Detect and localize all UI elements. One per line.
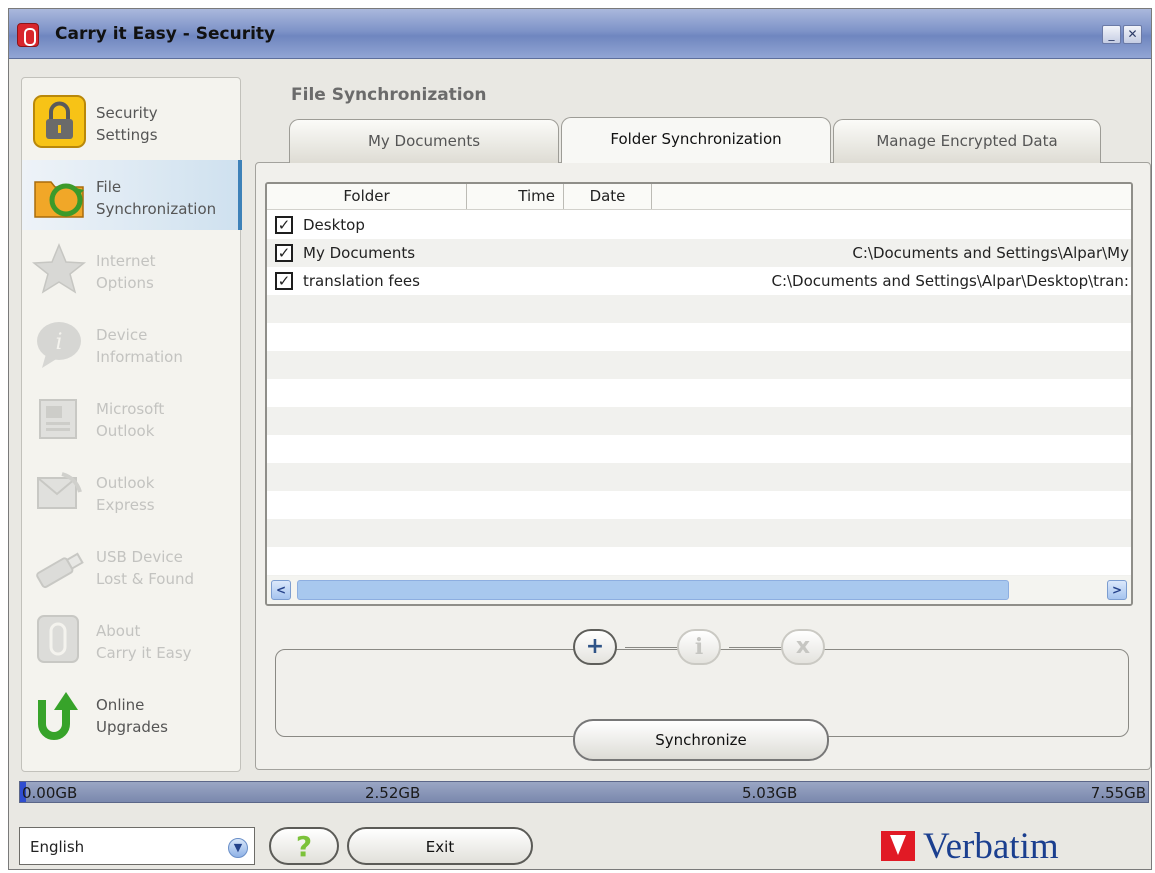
capacity-label-two-thirds: 5.03GB — [742, 784, 798, 802]
sidebar-item-label: Microsoft Outlook — [96, 400, 165, 440]
list-rows: ✓ Desktop ✓ My Documents C:\Documents an… — [267, 211, 1131, 579]
lock-icon — [33, 95, 86, 148]
column-header-time[interactable]: Time — [467, 184, 564, 209]
sidebar-item-label: Outlook Express — [96, 474, 155, 514]
folder-sync-icon — [34, 181, 84, 218]
star-icon — [32, 243, 87, 294]
scroll-right-icon[interactable]: > — [1107, 580, 1127, 600]
row-folder-path: C:\Documents and Settings\Alpar\My — [852, 244, 1129, 262]
sidebar-item-security-settings[interactable]: Security Settings — [22, 86, 242, 156]
section-title: File Synchronization — [291, 85, 487, 105]
folder-info-button[interactable]: i — [677, 629, 721, 665]
synchronize-button[interactable]: Synchronize — [573, 719, 829, 761]
info-bubble-icon: i — [37, 322, 81, 368]
capacity-bar: 0.00GB 2.52GB 5.03GB 7.55GB — [19, 781, 1149, 803]
sidebar-item-label: Device Information — [96, 326, 183, 366]
sidebar-item-file-synchronization[interactable]: File Synchronization — [22, 160, 242, 230]
tab-my-documents[interactable]: My Documents — [289, 119, 559, 163]
connector-line — [729, 647, 785, 648]
connector-line — [625, 647, 681, 648]
sidebar-item-about[interactable]: About Carry it Easy — [22, 604, 242, 674]
sidebar-item-label: File Synchronization — [96, 178, 217, 218]
row-folder-path: C:\Documents and Settings\Alpar\Desktop\… — [771, 272, 1129, 290]
title-bar: Carry it Easy - Security _ ✕ — [9, 9, 1151, 59]
row-checkbox[interactable]: ✓ — [275, 244, 293, 262]
list-header: Folder Time Date — [267, 184, 1131, 210]
column-header-folder[interactable]: Folder — [267, 184, 467, 209]
paperclip-icon — [37, 615, 79, 663]
language-select[interactable]: English ▼ — [19, 827, 255, 865]
sidebar-item-device-information[interactable]: i Device Information — [22, 308, 242, 378]
sidebar-item-microsoft-outlook[interactable]: Microsoft Outlook — [22, 382, 242, 452]
list-item[interactable]: ✓ My Documents C:\Documents and Settings… — [267, 239, 1131, 267]
list-item[interactable]: ✓ Desktop — [267, 211, 1131, 239]
upgrade-arrow-icon — [38, 692, 78, 740]
capacity-label-min: 0.00GB — [22, 784, 78, 802]
sidebar-item-outlook-express[interactable]: Outlook Express — [22, 456, 242, 526]
horizontal-scrollbar[interactable]: < > — [267, 576, 1131, 604]
app-window: Carry it Easy - Security _ ✕ Security Se… — [8, 8, 1152, 870]
scroll-left-icon[interactable]: < — [271, 580, 291, 600]
chevron-down-icon[interactable]: ▼ — [228, 838, 248, 858]
add-folder-button[interactable]: + — [573, 629, 617, 665]
tab-manage-encrypted-data[interactable]: Manage Encrypted Data — [833, 119, 1101, 163]
sidebar-item-internet-options[interactable]: Internet Options — [22, 234, 242, 304]
row-folder-name: My Documents — [303, 244, 416, 262]
row-folder-name: Desktop — [303, 216, 365, 234]
folder-list: Folder Time Date ✓ Desktop ✓ My Document… — [265, 182, 1133, 606]
row-checkbox[interactable]: ✓ — [275, 216, 293, 234]
scrollbar-thumb[interactable] — [297, 580, 1009, 600]
usb-drive-icon — [36, 552, 84, 589]
sidebar-item-label: Security Settings — [96, 104, 158, 144]
brand-name: Verbatim — [923, 826, 1059, 867]
sidebar-item-label: Internet Options — [96, 252, 156, 292]
sidebar: Security Settings File Synchronization I… — [21, 77, 242, 772]
sidebar-item-label: Online Upgrades — [96, 696, 168, 736]
close-button[interactable]: ✕ — [1123, 25, 1142, 44]
list-item[interactable]: ✓ translation fees C:\Documents and Sett… — [267, 267, 1131, 295]
outlook-icon — [39, 399, 77, 439]
minimize-button[interactable]: _ — [1102, 25, 1121, 44]
app-paperclip-icon — [17, 23, 39, 47]
help-button[interactable]: ? — [269, 827, 339, 865]
sidebar-item-usb-lost-found[interactable]: USB Device Lost & Found — [22, 530, 242, 600]
capacity-label-third: 2.52GB — [365, 784, 421, 802]
language-value: English — [30, 838, 85, 856]
svg-text:i: i — [55, 330, 62, 355]
capacity-label-max: 7.55GB — [1090, 784, 1146, 802]
outlook-express-icon — [37, 472, 82, 509]
verbatim-mark-icon — [881, 831, 915, 861]
column-header-date[interactable]: Date — [564, 184, 652, 209]
remove-folder-button[interactable]: x — [781, 629, 825, 665]
sidebar-item-label: About Carry it Easy — [96, 622, 192, 662]
sidebar-item-online-upgrades[interactable]: Online Upgrades — [22, 678, 242, 748]
sidebar-item-label: USB Device Lost & Found — [96, 548, 195, 588]
row-folder-name: translation fees — [303, 272, 420, 290]
tab-folder-synchronization[interactable]: Folder Synchronization — [561, 117, 831, 163]
row-checkbox[interactable]: ✓ — [275, 272, 293, 290]
exit-button[interactable]: Exit — [347, 827, 533, 865]
window-title: Carry it Easy - Security — [55, 24, 276, 44]
